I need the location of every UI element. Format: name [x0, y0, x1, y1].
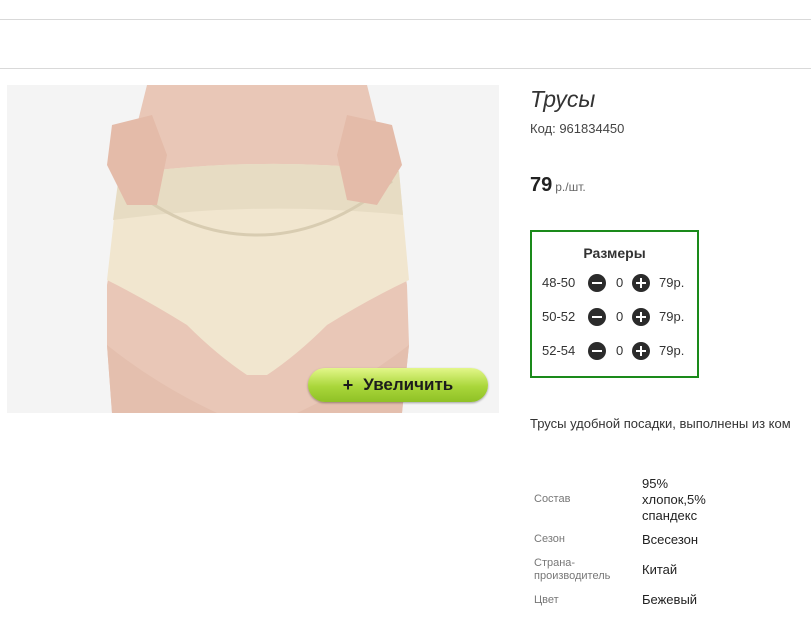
- size-row: 48-50 0 79р.: [532, 272, 697, 294]
- minus-circle-icon[interactable]: [588, 274, 606, 292]
- prop-label-line: производитель: [534, 570, 611, 582]
- prop-value-country: Китай: [642, 562, 678, 577]
- prop-value-line: 95%: [642, 476, 669, 491]
- prop-value-line: спандекс: [642, 508, 698, 523]
- prop-value-season: Всесезон: [642, 532, 699, 547]
- quantity-value: 0: [616, 309, 624, 324]
- zoom-button-label: Увеличить: [363, 375, 454, 394]
- sizes-heading: Размеры: [583, 245, 646, 261]
- minus-circle-icon[interactable]: [588, 308, 606, 326]
- size-price: 79р.: [659, 275, 685, 290]
- product-description: Трусы удобной посадки, выполнены из ком: [530, 416, 791, 431]
- sizes-panel: Размеры 48-50 0 79р. 50-52 0 79р. 52-54 …: [530, 230, 699, 378]
- prop-label-line: Страна-: [534, 557, 576, 569]
- prop-label-season: Сезон: [534, 533, 565, 545]
- product-price: 79 р./шт.: [530, 174, 586, 197]
- product-image: [107, 85, 409, 413]
- plus-circle-icon[interactable]: [632, 342, 650, 360]
- size-price: 79р.: [659, 309, 685, 324]
- size-label: 52-54: [542, 343, 576, 358]
- product-title: Трусы: [530, 86, 596, 112]
- header-divider: [0, 68, 811, 69]
- plus-circle-icon[interactable]: [632, 308, 650, 326]
- prop-value-line: хлопок,5%: [642, 492, 706, 507]
- prop-value-color: Бежевый: [642, 592, 698, 607]
- minus-circle-icon[interactable]: [588, 342, 606, 360]
- prop-label-country: Страна- производитель: [534, 557, 610, 583]
- size-price: 79р.: [659, 343, 685, 358]
- size-label: 48-50: [542, 275, 576, 290]
- top-divider: [0, 19, 811, 20]
- plus-icon: +: [342, 374, 354, 395]
- prop-value-composition: 95% хлопок,5% спандекс: [642, 476, 706, 524]
- prop-label-color: Цвет: [534, 594, 559, 606]
- size-row: 52-54 0 79р.: [532, 340, 697, 362]
- size-row: 50-52 0 79р.: [532, 306, 697, 328]
- quantity-value: 0: [616, 275, 624, 290]
- quantity-value: 0: [616, 343, 624, 358]
- plus-circle-icon[interactable]: [632, 274, 650, 292]
- price-value: 79: [530, 174, 553, 196]
- price-unit: р./шт.: [555, 180, 586, 194]
- size-label: 50-52: [542, 309, 576, 324]
- product-photo[interactable]: [7, 85, 499, 413]
- prop-label-composition: Состав: [534, 493, 571, 505]
- product-code: Код: 961834450: [530, 121, 625, 136]
- zoom-button[interactable]: + Увеличить: [308, 368, 488, 402]
